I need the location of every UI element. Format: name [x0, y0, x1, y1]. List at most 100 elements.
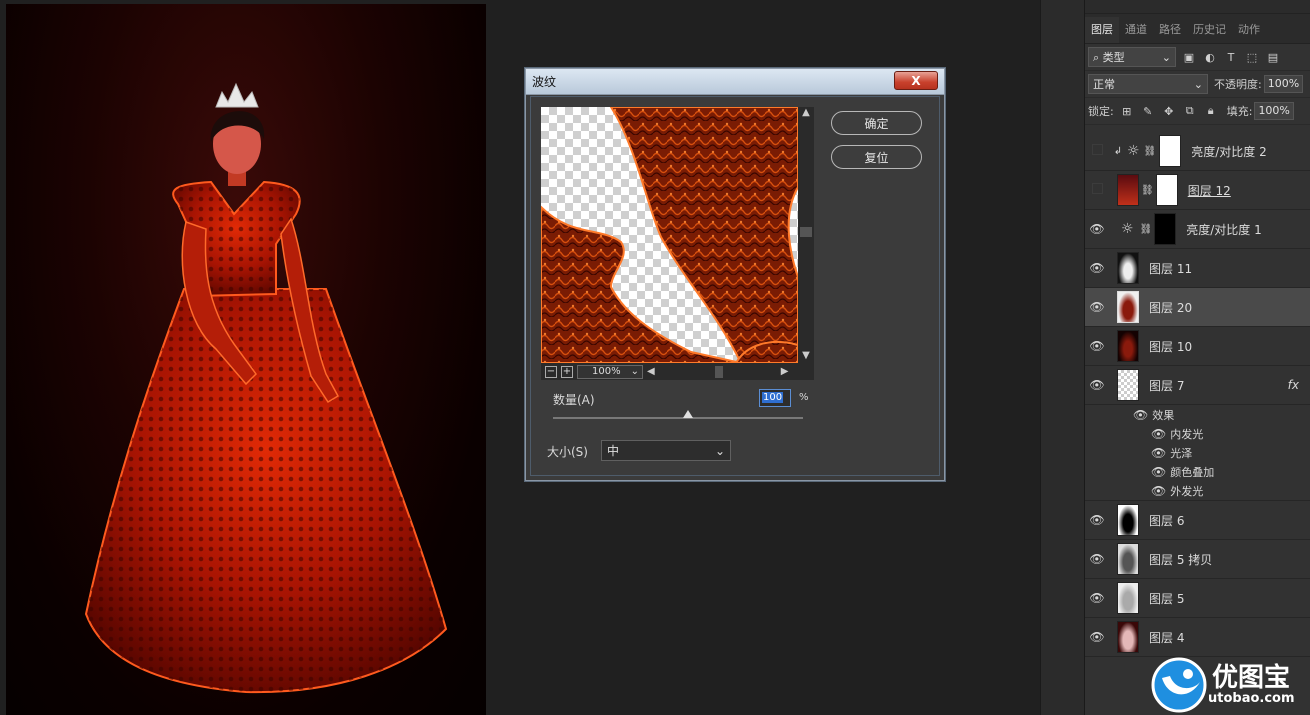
zoom-in-button[interactable]: + [561, 365, 573, 378]
tab-history[interactable]: 历史记录 [1187, 17, 1232, 43]
lock-transparent-icon[interactable]: ⊞ [1119, 103, 1135, 119]
eye-icon[interactable]: 👁︎ [1151, 427, 1166, 441]
layer-row[interactable]: 👁︎ 图层 7 fx [1085, 366, 1310, 405]
text-filter-icon[interactable]: T [1223, 49, 1239, 65]
document-canvas[interactable] [6, 4, 486, 715]
ok-button[interactable]: 确定 [831, 111, 922, 135]
fx-icon[interactable]: fx [1288, 378, 1299, 392]
dialog-title-bar[interactable]: 波纹 X [526, 69, 944, 95]
amount-slider-track[interactable] [553, 417, 803, 419]
amount-slider-thumb[interactable] [683, 410, 693, 418]
chevron-down-icon: ⌄ [1193, 77, 1203, 91]
size-select[interactable]: 中 ⌄ [601, 440, 731, 461]
eye-icon[interactable]: 👁︎ [1085, 222, 1109, 236]
effect-label: 内发光 [1170, 427, 1204, 441]
watermark: 优图宝 utobao.com [1150, 655, 1310, 715]
chevron-down-icon: ⌄ [714, 443, 725, 458]
eye-icon[interactable]: 👁︎ [1085, 300, 1109, 314]
layer-thumbnail [1117, 504, 1139, 536]
blend-mode-select[interactable]: 正常 ⌄ [1088, 74, 1208, 94]
tab-layers[interactable]: 图层 [1085, 17, 1119, 43]
layer-row[interactable]: ⛓ 图层 12 [1085, 171, 1310, 210]
layer-row[interactable]: 👁︎ ☼ ⛓ 亮度/对比度 1 [1085, 210, 1310, 249]
scroll-thumb[interactable] [800, 227, 812, 237]
close-button[interactable]: X [894, 71, 938, 90]
layer-row[interactable]: 👁︎ 图层 4 [1085, 618, 1310, 657]
eye-icon[interactable]: 👁︎ [1151, 446, 1166, 460]
layer-row[interactable]: 👁︎ 图层 10 [1085, 327, 1310, 366]
layer-name: 图层 7 [1149, 378, 1185, 393]
opacity-input[interactable]: 100% [1263, 75, 1304, 93]
lock-move-icon[interactable]: ✥ [1161, 103, 1177, 119]
layer-mask-thumbnail [1155, 174, 1178, 206]
tab-paths[interactable]: 路径 [1153, 17, 1187, 43]
effect-item[interactable]: 👁︎ 颜色叠加 [1133, 462, 1310, 481]
layer-name: 图层 11 [1149, 261, 1193, 276]
layer-mask-thumbnail [1159, 135, 1182, 167]
eye-icon[interactable]: 👁︎ [1151, 484, 1166, 498]
layer-filter-select[interactable]: ⌕ 类型 ⌄ [1088, 47, 1176, 67]
tab-channels[interactable]: 通道 [1119, 17, 1153, 43]
eye-icon[interactable]: 👁︎ [1085, 378, 1109, 392]
blend-row: 正常 ⌄ 不透明度: 100% [1085, 71, 1310, 98]
scroll-down-icon[interactable]: ▼ [798, 350, 814, 361]
eye-icon[interactable]: 👁︎ [1085, 261, 1109, 275]
search-icon: ⌕ [1093, 51, 1100, 64]
preview-vertical-scrollbar[interactable]: ▲ ▼ [798, 107, 814, 363]
effects-label: 效果 [1152, 408, 1175, 422]
layer-row-selected[interactable]: 👁︎ 图层 20 [1085, 288, 1310, 327]
smart-object-filter-icon[interactable]: ▤ [1265, 49, 1281, 65]
eye-icon[interactable]: 👁︎ [1151, 465, 1166, 479]
effect-item[interactable]: 👁︎ 内发光 [1133, 424, 1310, 443]
clip-arrow-icon: ↲ [1113, 145, 1123, 157]
layer-name: 图层 5 [1149, 591, 1185, 606]
effects-header[interactable]: 👁︎ 效果 [1133, 405, 1310, 424]
zoom-select[interactable]: 100% ⌄ [577, 364, 643, 379]
eye-icon[interactable]: 👁︎ [1085, 513, 1109, 527]
scroll-left-icon[interactable]: ◀ [647, 366, 655, 377]
shape-filter-icon[interactable]: ⬚ [1244, 49, 1260, 65]
layer-row[interactable]: 👁︎ 图层 5 [1085, 579, 1310, 618]
panel-dock-strip [1040, 0, 1084, 715]
scroll-up-icon[interactable]: ▲ [798, 107, 814, 118]
reset-button[interactable]: 复位 [831, 145, 922, 169]
eye-icon[interactable]: 👁︎ [1085, 630, 1109, 644]
panel-tabs: 图层 通道 路径 历史记录 动作 [1085, 14, 1310, 44]
visibility-toggle[interactable] [1085, 144, 1109, 158]
visibility-toggle[interactable] [1085, 183, 1109, 197]
h-scroll-thumb[interactable] [714, 365, 723, 378]
adjustment-filter-icon[interactable]: ◐ [1202, 49, 1218, 65]
layer-name: 图层 12 [1187, 183, 1231, 198]
chevron-down-icon: ⌄ [1161, 50, 1171, 64]
layer-row[interactable]: 👁︎ 图层 6 [1085, 501, 1310, 540]
lock-brush-icon[interactable]: ✎ [1140, 103, 1156, 119]
lock-artboard-icon[interactable]: ⧉ [1182, 103, 1198, 119]
amount-input[interactable]: 100 [759, 389, 791, 407]
lock-all-icon[interactable]: 🔒︎ [1203, 103, 1219, 119]
layers-panel: 图层 通道 路径 历史记录 动作 ⌕ 类型 ⌄ ▣ ◐ T ⬚ ▤ 正常 ⌄ 不… [1084, 0, 1310, 715]
effect-item[interactable]: 👁︎ 外发光 [1133, 481, 1310, 500]
layer-name: 图层 20 [1149, 300, 1193, 315]
effect-label: 颜色叠加 [1170, 465, 1215, 479]
filter-preview[interactable] [541, 107, 798, 363]
effect-item[interactable]: 👁︎ 光泽 [1133, 443, 1310, 462]
eye-icon[interactable]: 👁︎ [1085, 339, 1109, 353]
eye-icon[interactable]: 👁︎ [1085, 591, 1109, 605]
preview-image [541, 107, 798, 363]
scroll-right-icon[interactable]: ▶ [781, 366, 789, 377]
layer-thumbnail [1117, 174, 1139, 206]
layer-row[interactable]: 👁︎ 图层 5 拷贝 [1085, 540, 1310, 579]
eye-icon[interactable]: 👁︎ [1133, 408, 1148, 422]
lock-row: 锁定: ⊞ ✎ ✥ ⧉ 🔒︎ 填充: 100% [1085, 98, 1310, 125]
ripple-filter-dialog: 波纹 X ▲ ▼ − + 100% ⌄ ◀ ▶ 确定 复位 数量(A) 100 … [525, 68, 945, 481]
eye-icon[interactable]: 👁︎ [1085, 552, 1109, 566]
tab-actions[interactable]: 动作 [1232, 17, 1266, 43]
dress-photo [84, 82, 448, 694]
image-filter-icon[interactable]: ▣ [1181, 49, 1197, 65]
layer-row[interactable]: 👁︎ 图层 11 [1085, 249, 1310, 288]
layer-row[interactable]: ↲ ☼ ⛓ 亮度/对比度 2 [1085, 132, 1310, 171]
brightness-adjustment-icon: ☼ [1127, 143, 1140, 159]
fill-input[interactable]: 100% [1254, 102, 1294, 120]
layer-thumbnail [1117, 252, 1139, 284]
zoom-out-button[interactable]: − [545, 365, 557, 378]
